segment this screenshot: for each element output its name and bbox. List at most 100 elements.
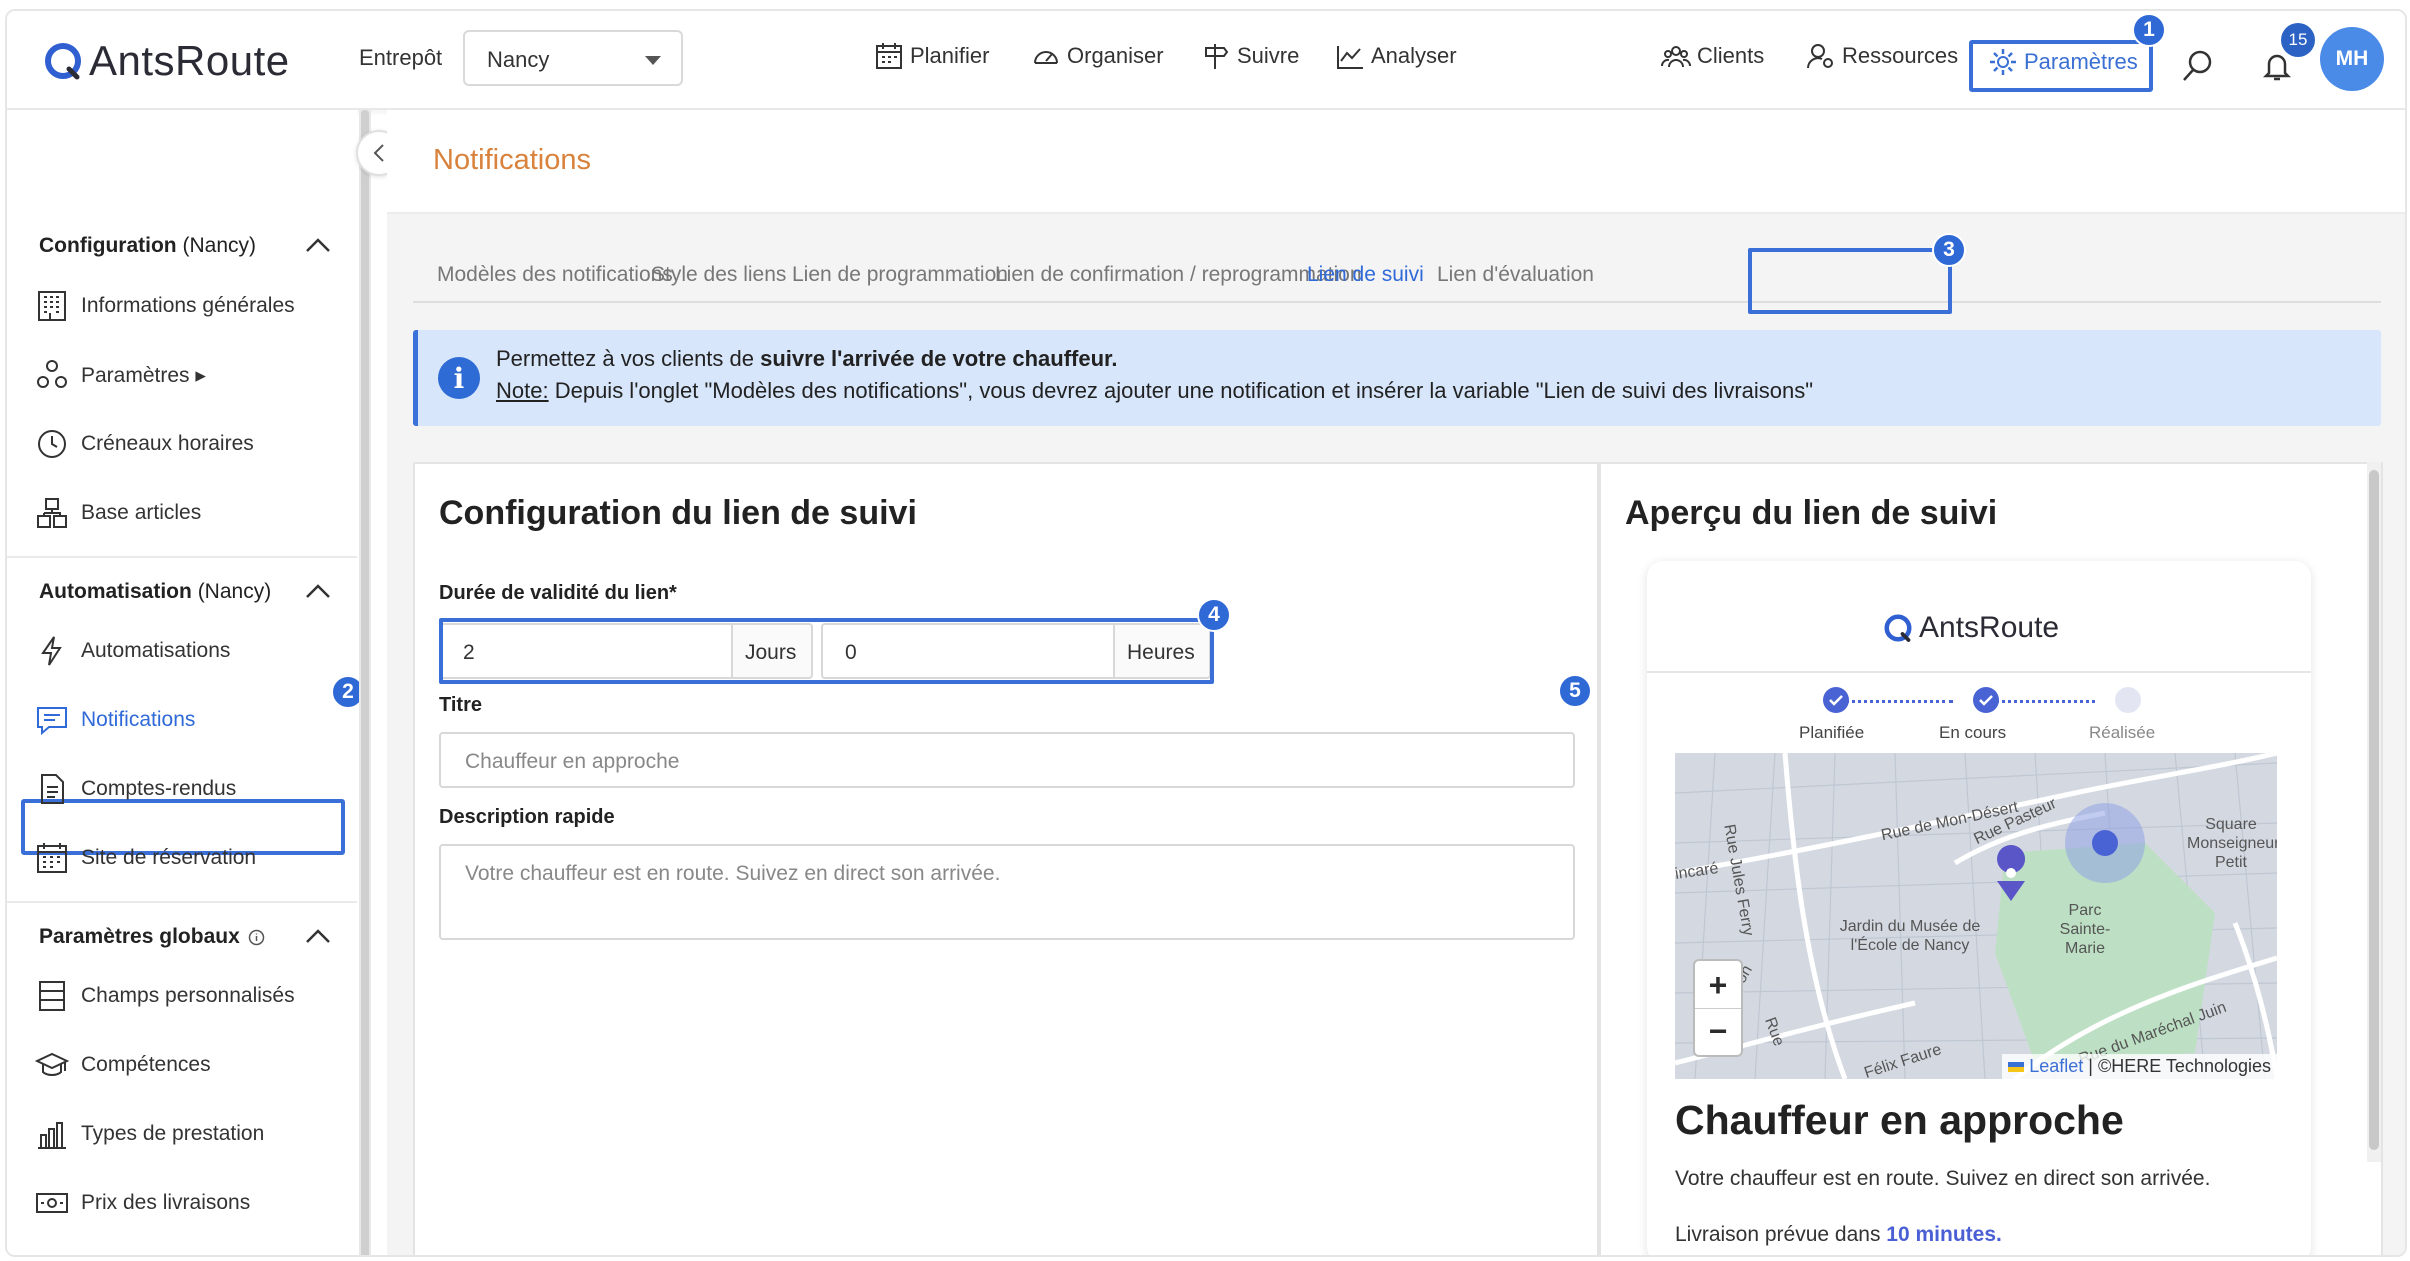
preview-scrollbar[interactable] — [2367, 462, 2381, 1162]
info-circle-icon — [248, 929, 265, 945]
sidebar-item-label: Créneaux horaires — [81, 432, 254, 455]
nav-suivre[interactable]: Suivre — [1201, 41, 1299, 71]
eta-prefix: Livraison prévue dans — [1675, 1223, 1887, 1246]
tab-lien-de-suivi[interactable]: Lien de suivi — [1307, 263, 1424, 287]
warehouse-select[interactable]: Nancy — [463, 30, 683, 86]
document-icon — [41, 774, 64, 804]
gauge-icon — [1034, 51, 1058, 64]
annotation-badge-5: 5 — [1558, 674, 1592, 708]
nav-ressources[interactable]: Ressources — [1806, 41, 1958, 71]
section-title: Paramètres globaux — [39, 925, 240, 948]
caret-down-icon — [645, 56, 661, 65]
bolt-icon — [41, 636, 62, 666]
zoom-out-button[interactable]: − — [1695, 1009, 1741, 1055]
sidebar-item-competences[interactable]: Compétences — [35, 1048, 211, 1082]
titre-label: Titre — [439, 694, 482, 716]
progress-stepper: Planifiée En cours Réalisée — [1647, 687, 2311, 747]
config-title: Configuration du lien de suivi — [439, 494, 917, 532]
preview-logo-text: AntsRoute — [1919, 611, 2060, 644]
search-icon[interactable] — [2181, 49, 2215, 83]
map-attribution: Leaflet | ©HERE Technologies — [2002, 1054, 2277, 1079]
nav-clients[interactable]: Clients — [1661, 41, 1764, 71]
boxes-icon — [37, 498, 67, 528]
chevron-left-icon — [373, 144, 384, 162]
chevron-up-icon — [306, 929, 330, 943]
clients-icon — [1661, 46, 1691, 68]
tracking-map[interactable]: Rue de Mon-Désert Rue Jules Ferry Rue Pa… — [1675, 753, 2277, 1079]
sidebar-section-automatisation[interactable]: Automatisation (Nancy) — [39, 580, 330, 604]
sidebar-item-prix-des-livraisons[interactable]: Prix des livraisons — [35, 1186, 250, 1220]
sidebar-item-label: Automatisations — [81, 639, 231, 662]
nav-label: Planifier — [910, 43, 990, 68]
description-textarea[interactable]: Votre chauffeur est en route. Suivez en … — [439, 844, 1575, 940]
sidebar-item-comptes-rendus[interactable]: Comptes-rendus — [35, 772, 236, 806]
info-line-1-prefix: Permettez à vos clients de — [496, 346, 761, 371]
tab-bar: Modèles des notifications Style des lien… — [413, 243, 2381, 303]
antsroute-logo[interactable]: AntsRoute — [43, 37, 290, 85]
preview-heading: Chauffeur en approche — [1675, 1097, 2124, 1143]
nav-label: Analyser — [1371, 43, 1457, 68]
sidebar-section-configuration[interactable]: Configuration (Nancy) — [39, 234, 330, 258]
tab-modeles-notifications[interactable]: Modèles des notifications — [437, 263, 673, 287]
tab-lien-evaluation[interactable]: Lien d'évaluation — [1437, 263, 1594, 287]
user-avatar[interactable]: MH — [2320, 27, 2384, 91]
nav-label: Paramètres — [2024, 49, 2138, 74]
notification-count-badge: 15 — [2281, 23, 2315, 57]
sidebar-item-label: Prix des livraisons — [81, 1191, 251, 1214]
nav-parametres[interactable]: Paramètres — [1988, 47, 2138, 77]
ukraine-flag-icon — [2008, 1062, 2025, 1072]
sidebar-scrollbar-thumb[interactable] — [361, 110, 369, 1255]
duration-label: Durée de validité du lien* — [439, 582, 677, 604]
calendar-grid-icon — [37, 843, 67, 873]
step-label-realisee: Réalisée — [2089, 723, 2156, 742]
info-banner: i Permettez à vos clients de suivre l'ar… — [413, 330, 2381, 426]
attribution-text: | ©HERE Technologies — [2088, 1056, 2271, 1076]
sidebar-item-base-articles[interactable]: Base articles — [35, 496, 201, 530]
preview-divider — [1647, 671, 2311, 673]
warehouse-value: Nancy — [487, 47, 550, 72]
annotation-badge-1: 1 — [2132, 13, 2166, 47]
section-scope: (Nancy) — [197, 580, 272, 603]
page-title: Notifications — [433, 144, 591, 176]
sidebar-item-label: Champs personnalisés — [81, 984, 295, 1007]
logo-text: AntsRoute — [89, 37, 290, 84]
map-label: Jardin du Musée de l'École de Nancy — [1839, 918, 1981, 954]
info-icon: i — [438, 357, 480, 399]
sidebar-item-label: Notifications — [81, 708, 196, 731]
zoom-in-button[interactable]: + — [1695, 961, 1741, 1009]
preview-scrollbar-thumb[interactable] — [2369, 470, 2379, 1150]
list-fields-icon — [39, 981, 65, 1011]
tab-lien-programmation[interactable]: Lien de programmation — [792, 263, 1008, 287]
highlight-tab-suivi — [1748, 248, 1952, 314]
sidebar-item-automatisations[interactable]: Automatisations — [35, 634, 230, 668]
sidebar-item-site-de-reservation[interactable]: Site de réservation — [35, 841, 256, 875]
description-label: Description rapide — [439, 806, 615, 828]
preview-description: Votre chauffeur est en route. Suivez en … — [1675, 1167, 2211, 1190]
nav-planifier[interactable]: Planifier — [874, 41, 989, 71]
sidebar-item-informations-generales[interactable]: Informations générales — [35, 289, 295, 323]
info-line-2-text: Depuis l'onglet "Modèles des notificatio… — [548, 378, 1814, 403]
titre-input[interactable]: Chauffeur en approche — [439, 732, 1575, 788]
tracking-preview: AntsRoute Planifiée En cours Réalisée Ru… — [1647, 561, 2311, 1255]
sidebar-scrollbar[interactable] — [359, 110, 371, 1255]
step-check-icon — [1973, 687, 1999, 713]
sidebar-item-types-de-prestation[interactable]: Types de prestation — [35, 1117, 264, 1151]
sidebar-item-notifications[interactable]: Notifications — [35, 703, 195, 737]
leaflet-link[interactable]: Leaflet — [2029, 1056, 2083, 1076]
preview-title: Aperçu du lien de suivi — [1625, 494, 1998, 532]
sidebar-divider — [7, 556, 357, 558]
sidebar-item-parametres[interactable]: Paramètres ▸ — [35, 358, 206, 392]
sidebar-item-creneaux-horaires[interactable]: Créneaux horaires — [35, 427, 254, 461]
sidebar-section-parametres-globaux[interactable]: Paramètres globaux — [39, 925, 330, 949]
nav-analyser[interactable]: Analyser — [1335, 41, 1457, 71]
antsroute-logo-icon — [45, 43, 81, 80]
nav-label: Clients — [1697, 43, 1765, 68]
chart-icon — [1337, 46, 1363, 69]
app-frame: AntsRoute Entrepôt Nancy Planifier Organ… — [5, 9, 2407, 1257]
building-icon — [38, 291, 66, 321]
sidebar-item-label: Informations générales — [81, 294, 295, 317]
sidebar-item-champs-personnalises[interactable]: Champs personnalisés — [35, 979, 295, 1013]
tab-style-liens[interactable]: Style des liens — [651, 263, 786, 287]
chart-bars-icon — [38, 1122, 66, 1149]
nav-organiser[interactable]: Organiser — [1031, 41, 1164, 71]
